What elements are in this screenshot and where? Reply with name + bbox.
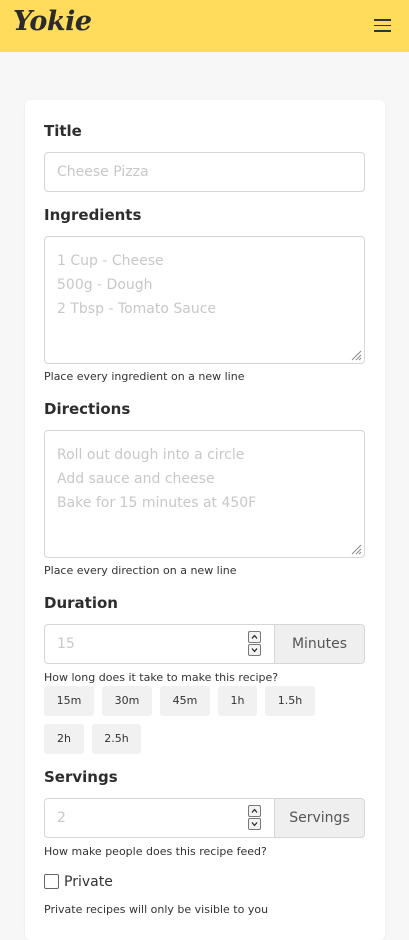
private-label[interactable]: Private (64, 874, 113, 890)
hamburger-menu-icon[interactable] (374, 19, 391, 32)
resize-grip-icon[interactable] (350, 543, 362, 555)
directions-label: Directions (44, 400, 131, 418)
servings-placeholder: 2 (57, 810, 66, 826)
duration-help: How long does it take to make this recip… (44, 671, 279, 684)
ingredients-textarea[interactable]: 1 Cup - Cheese 500g - Dough 2 Tbsp - Tom… (44, 236, 365, 364)
resize-grip-icon[interactable] (350, 349, 362, 361)
ingredients-placeholder-line: 1 Cup - Cheese (57, 253, 164, 269)
private-checkbox[interactable] (44, 874, 59, 889)
directions-help: Place every direction on a new line (44, 564, 237, 577)
title-placeholder: Cheese Pizza (57, 164, 149, 180)
title-label: Title (44, 122, 82, 140)
duration-input[interactable]: 15 (44, 624, 274, 664)
servings-stepper[interactable] (248, 805, 261, 831)
ingredients-placeholder-line: 500g - Dough (57, 277, 153, 293)
stepper-up-icon[interactable] (248, 805, 261, 817)
brand-logo[interactable]: Yokie (13, 6, 92, 37)
duration-preset-2h[interactable]: 2h (44, 724, 84, 754)
directions-textarea[interactable]: Roll out dough into a circle Add sauce a… (44, 430, 365, 558)
ingredients-help: Place every ingredient on a new line (44, 370, 245, 383)
duration-preset-2-5h[interactable]: 2.5h (92, 724, 141, 754)
servings-input[interactable]: 2 (44, 798, 274, 838)
servings-help: How make people does this recipe feed? (44, 845, 267, 858)
duration-preset-15m[interactable]: 15m (44, 686, 94, 716)
ingredients-label: Ingredients (44, 206, 142, 224)
duration-preset-1h[interactable]: 1h (218, 686, 257, 716)
private-help: Private recipes will only be visible to … (44, 903, 269, 916)
stepper-down-icon[interactable] (248, 818, 261, 830)
directions-placeholder-line: Bake for 15 minutes at 450F (57, 495, 257, 511)
duration-label: Duration (44, 594, 118, 612)
directions-placeholder-line: Add sauce and cheese (57, 471, 215, 487)
servings-unit-addon: Servings (274, 798, 365, 838)
duration-stepper[interactable] (248, 631, 261, 657)
duration-preset-30m[interactable]: 30m (102, 686, 152, 716)
navbar: Yokie (0, 0, 409, 52)
title-input[interactable]: Cheese Pizza (44, 152, 365, 192)
stepper-up-icon[interactable] (248, 631, 261, 643)
duration-unit-addon: Minutes (274, 624, 365, 664)
servings-label: Servings (44, 768, 118, 786)
directions-placeholder-line: Roll out dough into a circle (57, 447, 245, 463)
duration-placeholder: 15 (57, 636, 75, 652)
duration-preset-45m[interactable]: 45m (160, 686, 210, 716)
duration-preset-1-5h[interactable]: 1.5h (265, 686, 315, 716)
ingredients-placeholder-line: 2 Tbsp - Tomato Sauce (57, 301, 217, 317)
stepper-down-icon[interactable] (248, 644, 261, 656)
